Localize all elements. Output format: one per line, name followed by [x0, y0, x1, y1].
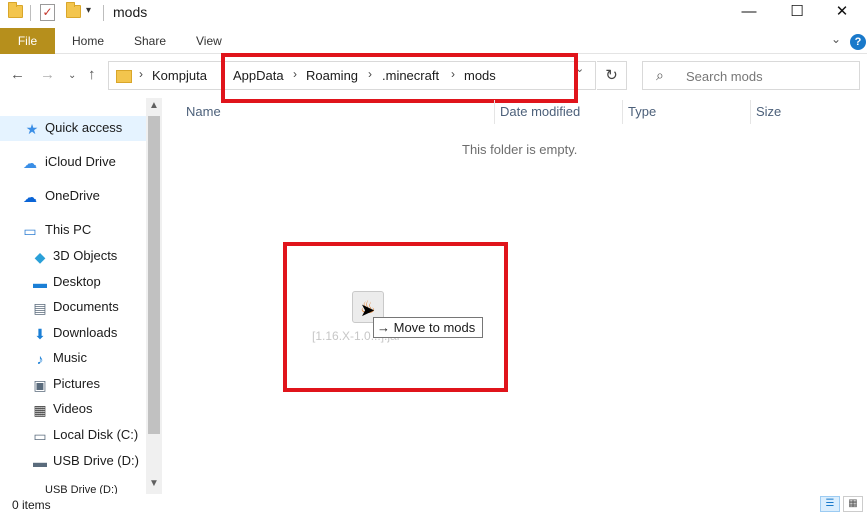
recent-locations-icon[interactable]: ⌄ [68, 70, 76, 81]
up-arrow-icon[interactable]: ↑ [88, 66, 96, 83]
search-icon: ⌕ [656, 67, 664, 83]
music-note-icon: ♪ [36, 351, 44, 367]
properties-icon[interactable]: ✓ [40, 4, 55, 21]
sidebar-item-label: USB Drive (D:) [53, 453, 139, 468]
film-icon: ▦ [33, 402, 47, 418]
sidebar-item-this-pc[interactable]: ▭ This PC [0, 218, 146, 243]
minimize-button[interactable]: — [727, 0, 771, 26]
download-arrow-icon: ⬇ [34, 326, 46, 342]
column-header-name[interactable]: Name [186, 104, 221, 119]
scrollbar-thumb[interactable] [148, 116, 160, 434]
sidebar-item-documents[interactable]: ▤ Documents [0, 295, 146, 320]
usb-drive-icon: ▬ [33, 454, 47, 470]
column-header-type[interactable]: Type [628, 104, 656, 119]
sidebar-item-music[interactable]: ♪ Music [0, 346, 146, 371]
sidebar-item-usb-drive[interactable]: USB Drive (D:) [0, 482, 146, 494]
tab-file[interactable]: File [0, 28, 55, 54]
address-highlight-box [221, 53, 578, 103]
sidebar-item-3d-objects[interactable]: ◆ 3D Objects [0, 244, 146, 269]
chevron-right-icon[interactable]: › [139, 67, 143, 81]
document-icon: ▤ [33, 300, 47, 316]
computer-icon: ▭ [23, 223, 37, 239]
tab-view[interactable]: View [196, 28, 222, 54]
tab-share[interactable]: Share [134, 28, 166, 54]
expand-ribbon-icon[interactable]: ⌄ [831, 32, 841, 46]
forward-arrow-icon[interactable]: → [40, 66, 55, 83]
sidebar-item-pictures[interactable]: ▣ Pictures [0, 372, 146, 397]
arrow-right-icon: → [377, 320, 390, 335]
folder-icon[interactable] [8, 2, 23, 18]
picture-icon: ▣ [33, 377, 47, 393]
sidebar-item-label: Quick access [45, 120, 123, 135]
window-title: mods [113, 4, 148, 20]
scroll-down-icon[interactable]: ▼ [149, 478, 159, 489]
sidebar-item-onedrive[interactable]: ☁ OneDrive [0, 184, 146, 209]
empty-folder-message: This folder is empty. [462, 142, 578, 157]
search-box[interactable]: ⌕ Search mods [642, 61, 860, 90]
item-count: 0 items [12, 498, 51, 512]
sidebar-item-label: Music [53, 350, 87, 365]
back-arrow-icon[interactable]: ← [10, 66, 25, 83]
sidebar-item-label: Desktop [53, 274, 101, 289]
drag-tooltip-text: Move to mods [393, 320, 476, 335]
maximize-button[interactable]: ☐ [775, 0, 819, 26]
sidebar-item-label: iCloud Drive [45, 154, 116, 169]
ribbon: File Home Share View ⌄ ? [0, 28, 867, 54]
sidebar-item-local-disk[interactable]: ▭ Local Disk (C:) [0, 423, 146, 448]
column-header-size[interactable]: Size [756, 104, 781, 119]
status-bar: 0 items ☰ ▦ [0, 494, 867, 514]
sidebar-item-label: Documents [53, 299, 119, 314]
navigation-pane: ★ Quick access ☁ iCloud Drive ☁ OneDrive… [0, 98, 162, 494]
desktop-icon: ▬ [33, 275, 47, 291]
title-separator [103, 5, 104, 21]
details-view-icon[interactable]: ☰ [820, 496, 840, 512]
search-input[interactable]: Search mods [686, 69, 763, 84]
column-divider[interactable] [750, 100, 751, 124]
sidebar-item-quick-access[interactable]: ★ Quick access [0, 116, 146, 141]
tab-home[interactable]: Home [72, 28, 104, 54]
sidebar-item-label: USB Drive (D:) [45, 484, 118, 494]
folder-icon [116, 70, 132, 83]
sidebar-item-icloud-drive[interactable]: ☁ iCloud Drive [0, 150, 146, 175]
column-divider[interactable] [622, 100, 623, 124]
drive-icon: ▭ [33, 428, 47, 444]
column-header-date-modified[interactable]: Date modified [500, 104, 580, 119]
cloud-icon: ☁ [23, 189, 37, 205]
quick-access-separator [30, 5, 31, 21]
sidebar-item-label: Local Disk (C:) [53, 427, 139, 442]
drag-tooltip: → Move to mods [373, 317, 483, 338]
large-icons-view-icon[interactable]: ▦ [843, 496, 863, 512]
sidebar-item-downloads[interactable]: ⬇ Downloads [0, 321, 146, 346]
sidebar-item-label: This PC [45, 222, 92, 237]
new-folder-icon[interactable] [66, 2, 81, 18]
sidebar-item-label: Videos [53, 401, 93, 416]
sidebar-item-label: OneDrive [45, 188, 100, 203]
sidebar-item-label: Pictures [53, 376, 100, 391]
star-icon: ★ [25, 121, 39, 137]
column-divider[interactable] [494, 100, 495, 124]
customize-toolbar-dropdown-icon[interactable]: ▾ [86, 5, 91, 16]
sidebar-item-desktop[interactable]: ▬ Desktop [0, 270, 146, 295]
icloud-icon: ☁ [23, 155, 37, 171]
sidebar-scrollbar[interactable]: ▲ ▼ [146, 98, 162, 494]
sidebar-item-label: Downloads [53, 325, 118, 340]
help-icon[interactable]: ? [850, 34, 866, 50]
sidebar-item-usb-drive[interactable]: ▬ USB Drive (D:) [0, 449, 146, 474]
cube-icon: ◆ [34, 249, 46, 265]
close-button[interactable]: ✕ [820, 0, 864, 26]
sidebar-item-videos[interactable]: ▦ Videos [0, 397, 146, 422]
breadcrumb-kompjuta[interactable]: Kompjuta [152, 68, 207, 83]
title-bar: ✓ ▾ mods — ☐ ✕ [0, 0, 867, 26]
refresh-button[interactable]: ↻ [597, 61, 627, 90]
sidebar-item-label: 3D Objects [53, 248, 118, 263]
scroll-up-icon[interactable]: ▲ [149, 100, 159, 111]
